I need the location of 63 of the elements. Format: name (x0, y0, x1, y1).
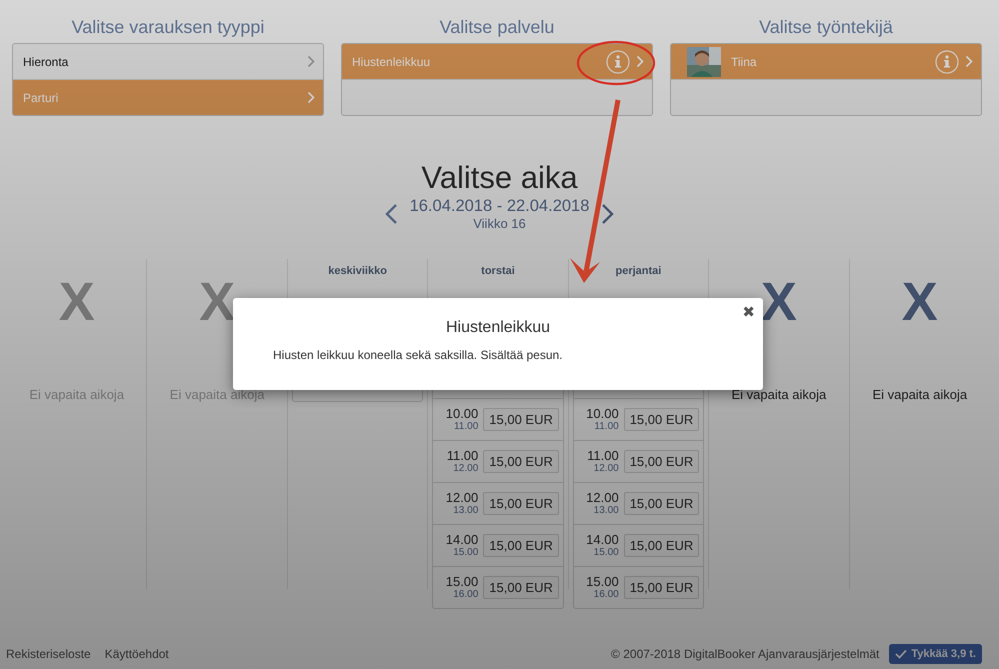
copyright-text: © 2007-2018 DigitalBooker Ajanvarausjärjestelmät (611, 647, 880, 661)
chevron-right-icon (307, 55, 315, 68)
price-button[interactable]: 15,00 EUR (624, 534, 700, 557)
week-number: Viikko 16 (473, 216, 526, 231)
chevron-right-icon (965, 55, 973, 68)
price-button[interactable]: 15,00 EUR (624, 576, 700, 599)
like-button[interactable]: Tykkää 3,9 t. (889, 644, 982, 664)
no-times-text: Ei vapaita aikoja (871, 387, 968, 402)
start-time: 14.00 (586, 532, 619, 546)
no-times-text: Ei vapaita aikoja (168, 387, 266, 402)
unavailable-mark: X (199, 279, 236, 325)
start-time: 12.00 (446, 490, 478, 504)
price-button[interactable]: 15,00 EUR (483, 492, 559, 515)
price-button[interactable]: 15,00 EUR (624, 450, 700, 473)
start-time: 10.00 (586, 406, 619, 420)
price-button[interactable]: 15,00 EUR (624, 408, 700, 431)
info-icon[interactable] (935, 50, 959, 74)
end-time: 15.00 (453, 546, 478, 558)
unavailable-mark: X (58, 279, 95, 325)
price-button[interactable]: 15,00 EUR (483, 576, 559, 599)
chevron-right-icon (636, 55, 644, 68)
info-icon[interactable] (606, 50, 630, 74)
no-times-text: Ei vapaita aikoja (730, 387, 828, 402)
start-time: 10.00 (446, 406, 478, 420)
start-time: 11.00 (587, 448, 619, 462)
end-time: 12.00 (453, 462, 478, 474)
end-time: 13.00 (453, 504, 478, 516)
price-button[interactable]: 15,00 EUR (483, 534, 559, 557)
end-time: 16.00 (594, 588, 619, 600)
no-times-text: Ei vapaita aikoja (28, 387, 126, 402)
chevron-right-icon (307, 91, 315, 104)
price-button[interactable]: 15,00 EUR (624, 492, 700, 515)
end-time: 13.00 (594, 504, 619, 516)
start-time: 15.00 (586, 574, 619, 588)
page-heading: Valitse aika (420, 160, 579, 196)
section-title: Valitse varauksen tyyppi (70, 16, 266, 39)
start-time: 14.00 (446, 532, 478, 546)
price-button[interactable]: 15,00 EUR (483, 408, 559, 431)
end-time: 15.00 (594, 546, 619, 558)
price-button[interactable]: 15,00 EUR (483, 450, 559, 473)
end-time: 12.00 (594, 462, 619, 474)
end-time: 16.00 (453, 588, 478, 600)
checkmark-icon (895, 649, 908, 659)
footer-link[interactable]: Käyttöehdot (104, 647, 169, 661)
chevron-right-icon[interactable] (601, 202, 616, 224)
day-name: torstai (480, 265, 516, 279)
date-range: 16.04.2018 - 22.04.2018 (410, 196, 590, 216)
section-title: Valitse työntekijä (758, 16, 894, 39)
close-button[interactable]: ✖ (742, 303, 755, 321)
day-name: perjantai (614, 265, 662, 279)
end-time: 11.00 (454, 420, 478, 432)
unavailable-mark: X (902, 279, 938, 325)
dialog-text: Hiusten leikkuu koneella sekä saksilla. Sisältää pesun. (273, 348, 564, 362)
section-title: Valitse palvelu (438, 16, 556, 39)
day-name: keskiviikko (327, 265, 388, 279)
end-time: 11.00 (594, 420, 619, 432)
unavailable-mark: X (760, 279, 797, 325)
start-time: 12.00 (586, 490, 619, 504)
start-time: 15.00 (446, 574, 478, 588)
dialog-title: Hiustenleikkuu (444, 319, 552, 337)
start-time: 11.00 (446, 448, 478, 462)
chevron-left-icon[interactable] (384, 202, 398, 224)
footer-link[interactable]: Rekisteriseloste (6, 647, 91, 661)
